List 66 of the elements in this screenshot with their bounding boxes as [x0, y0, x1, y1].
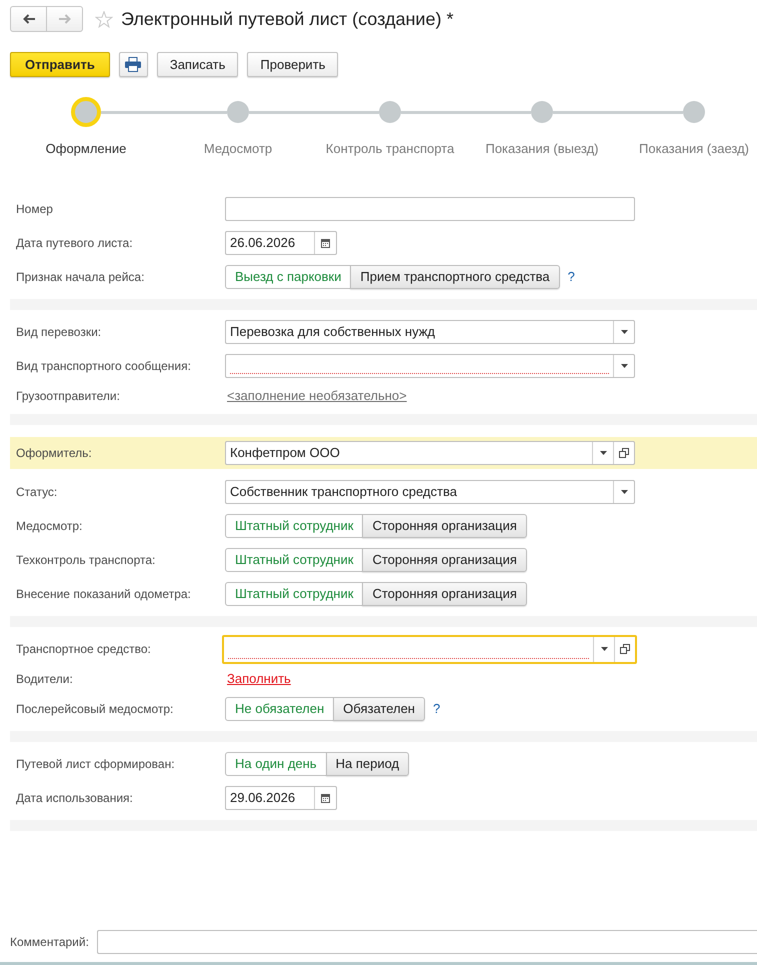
field-label: Комментарий: — [10, 934, 89, 951]
field-label: Оформитель: — [16, 446, 92, 460]
toolbar-button[interactable]: Проверить — [247, 52, 338, 77]
help-link[interactable]: ? — [433, 699, 440, 719]
link[interactable]: Заполнить — [227, 669, 291, 689]
submit-button[interactable]: Отправить — [10, 52, 110, 77]
date-field[interactable]: 29.06.2026 — [225, 786, 337, 810]
toggle-option[interactable]: Штатный сотрудник — [225, 582, 364, 606]
toggle-option[interactable]: Штатный сотрудник — [225, 514, 364, 538]
arrow-left-icon — [22, 14, 34, 24]
field-label: Вид транспортного сообщения: — [16, 359, 191, 373]
window-title: Электронный путевой лист (создание) * — [121, 8, 454, 31]
field-label: Водители: — [16, 672, 73, 686]
field-label: Транспортное средство: — [16, 642, 151, 656]
text-input[interactable] — [225, 197, 635, 221]
field-label: Внесение показаний одометра: — [16, 587, 191, 601]
toggle-option[interactable]: Обязателен — [333, 697, 425, 721]
field-label: Путевой лист сформирован: — [16, 757, 175, 771]
toggle-option[interactable]: На период — [326, 752, 410, 776]
field-label: Техконтроль транспорта: — [16, 553, 156, 567]
toggle-option[interactable]: Сторонняя организация — [362, 514, 527, 538]
help-link[interactable]: ? — [568, 267, 575, 287]
caret-icon — [600, 647, 608, 651]
comment-input[interactable] — [96, 930, 757, 954]
toggle-option[interactable]: Выезд с парковки — [225, 265, 352, 289]
combo-field[interactable] — [225, 354, 635, 378]
toggle-option[interactable]: На один день — [225, 752, 327, 776]
caret-icon — [620, 490, 628, 494]
combo-field[interactable]: Собственник транспортного средства — [225, 480, 635, 504]
link[interactable]: <заполнение необязательно> — [227, 386, 407, 406]
caret-icon — [600, 451, 606, 455]
field-label: Дата путевого листа: — [16, 236, 133, 250]
field-label: Дата использования: — [16, 791, 133, 805]
toggle-option[interactable]: Прием транспортного средства — [350, 265, 560, 289]
toggle-option[interactable]: Штатный сотрудник — [225, 548, 364, 572]
toggle-option[interactable]: Сторонняя организация — [362, 582, 527, 606]
field-label: Вид перевозки: — [16, 325, 102, 339]
overlap-squares-icon — [620, 644, 630, 654]
toggle-option[interactable]: Не обязателен — [225, 697, 334, 721]
print-button[interactable] — [118, 52, 148, 77]
field-label: Медосмотр: — [16, 519, 82, 533]
caret-icon — [620, 364, 628, 368]
calendar-icon — [321, 238, 330, 248]
toggle-option[interactable]: Сторонняя организация — [362, 548, 527, 572]
step-label: Медосмотр — [204, 141, 272, 156]
step-label: Оформление — [46, 141, 126, 156]
combo-field[interactable]: Конфетпром ООО — [225, 441, 635, 465]
step-label: Контроль транспорта — [326, 141, 454, 156]
field-label: Послерейсовый медосмотр: — [16, 702, 174, 716]
combo-field[interactable]: Перевозка для собственных нужд — [225, 320, 635, 344]
arrow-right-icon — [58, 14, 70, 24]
printer-icon — [125, 57, 142, 72]
combo-field[interactable] — [222, 634, 637, 664]
date-field[interactable]: 26.06.2026 — [225, 231, 337, 255]
step-label: Показания (выезд) — [485, 141, 599, 156]
overlap-squares-icon — [619, 448, 629, 458]
field-label: Номер — [16, 202, 53, 216]
caret-icon — [620, 330, 628, 334]
field-label: Статус: — [16, 485, 58, 499]
star-icon[interactable] — [95, 10, 113, 28]
step-label: Показания (заезд) — [639, 141, 749, 156]
toolbar-button[interactable]: Записать — [156, 52, 238, 77]
calendar-icon — [321, 794, 330, 802]
field-label: Грузоотправители: — [16, 389, 120, 403]
field-label: Признак начала рейса: — [16, 270, 144, 284]
back-button[interactable] — [10, 6, 47, 32]
